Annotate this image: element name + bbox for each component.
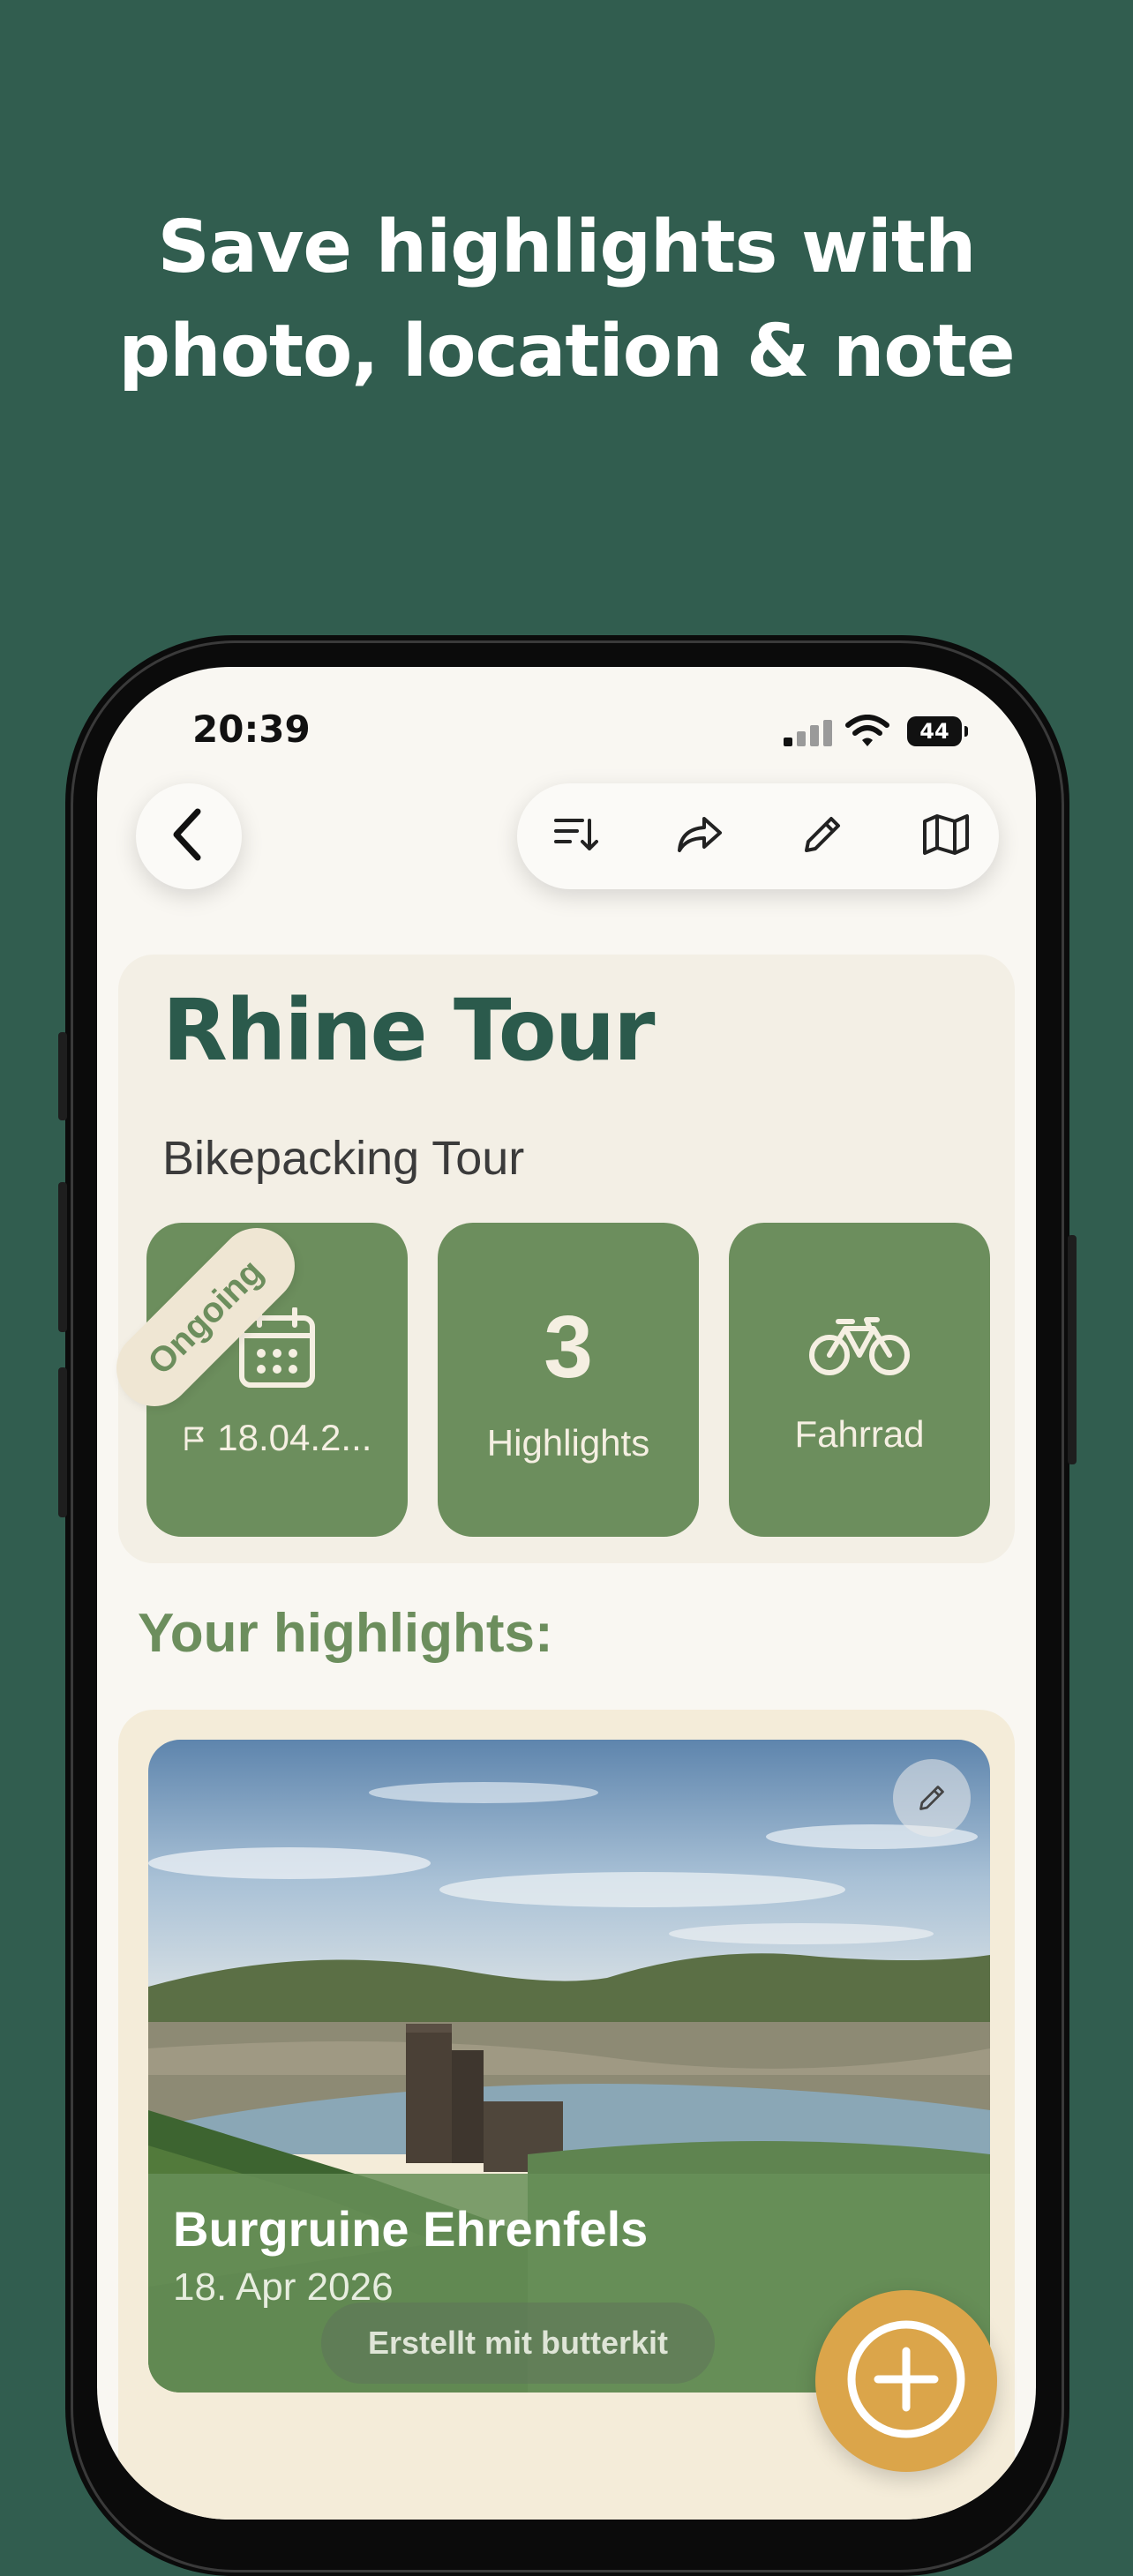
highlights-count-tile[interactable]: 3 Highlights [438,1223,699,1537]
pencil-icon [916,1782,948,1814]
transport-label: Fahrrad [794,1413,925,1455]
status-time: 20:39 [192,708,311,751]
wifi-icon [845,715,889,748]
highlight-count-label: Highlights [486,1422,650,1464]
side-button-volume-down [58,1367,67,1517]
signal-icon [784,720,833,746]
highlight-title: Burgruine Ehrenfels [173,2201,649,2257]
phone-screen: 20:39 44 Rhine Tour Bikepacking Tour 18.… [97,667,1036,2520]
tour-subtitle: Bikepacking Tour [162,1132,525,1185]
highlights-section-title: Your highlights: [138,1603,553,1664]
share-icon [674,813,724,859]
flag-icon [183,1417,218,1458]
map-button[interactable] [919,810,972,863]
start-date-tile[interactable]: 18.04.2... Ongoing [101,1212,408,1537]
pencil-icon [799,812,845,861]
map-icon [921,812,971,860]
credit-badge: Erstellt mit butterkit [321,2303,715,2384]
edit-button[interactable] [796,810,849,863]
highlight-photo: Burgruine Ehrenfels 18. Apr 2026 [148,1740,990,2393]
chevron-left-icon [168,806,210,866]
side-button-power [1068,1235,1077,1464]
sort-button[interactable] [549,810,602,863]
action-toolbar [517,783,999,889]
bicycle-icon [808,1314,911,1382]
plus-circle-icon [844,2318,968,2445]
transport-tile[interactable]: Fahrrad [729,1223,990,1537]
back-button[interactable] [136,783,242,889]
battery-icon: 44 [907,716,968,746]
sort-icon [552,813,598,859]
start-date-value: 18.04.2... [217,1417,372,1458]
add-highlight-button[interactable] [815,2290,997,2472]
share-button[interactable] [672,810,725,863]
highlight-count: 3 [544,1298,593,1397]
headline-line-2: photo, location & note [118,310,1015,393]
side-button-mute [58,1032,67,1120]
tour-title: Rhine Tour [162,981,655,1080]
side-button-volume-up [58,1182,67,1332]
headline-line-1: Save highlights with [157,206,977,289]
tour-summary-card: Rhine Tour Bikepacking Tour 18.04.2... O… [101,955,1015,1563]
photo-edit-button[interactable] [893,1759,971,1837]
